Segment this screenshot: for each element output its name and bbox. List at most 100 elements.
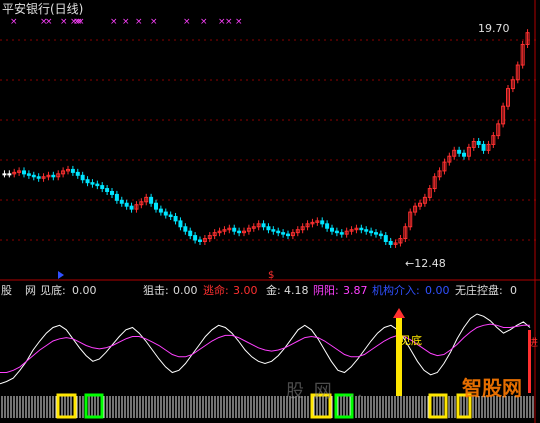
candle-body xyxy=(31,174,36,178)
indicator-wuzhuang-value: 0 xyxy=(510,284,517,297)
cross-marker: × xyxy=(183,17,191,27)
oscillator-white-line xyxy=(0,313,531,385)
jiandi-signal-marker: 见底 xyxy=(400,334,422,347)
cross-marker: × xyxy=(10,17,18,27)
candle-body xyxy=(320,220,325,225)
candle-body xyxy=(188,230,193,237)
candlestick-series xyxy=(2,29,530,248)
chart-title: 平安银行(日线) xyxy=(2,2,84,16)
indicator-net: 网 xyxy=(25,284,36,297)
candle-body xyxy=(149,196,154,204)
jiandi-arrow-head xyxy=(393,308,405,318)
candle-body xyxy=(457,149,462,154)
candle-body xyxy=(183,226,188,232)
candle-body xyxy=(158,208,163,213)
candle-body xyxy=(330,227,334,232)
cross-marker: × xyxy=(135,17,143,27)
indicator-juji-value: 0.00 xyxy=(173,284,198,297)
cross-marker: × xyxy=(122,17,130,27)
candle-body xyxy=(100,185,105,190)
cross-marker: × xyxy=(150,17,158,27)
cross-marker: × xyxy=(45,17,53,27)
candle-body xyxy=(114,193,119,201)
indicator-wuzhuang: 无庄控盘: xyxy=(455,284,503,297)
candle-body xyxy=(334,230,339,234)
cross-marker: × xyxy=(110,17,118,27)
candle-body xyxy=(51,174,56,178)
candle-body xyxy=(339,232,344,235)
cross-marker: × xyxy=(77,17,85,27)
indicator-yinyang: 阴阳: xyxy=(313,284,339,297)
candle-body xyxy=(105,188,110,192)
candle-body xyxy=(476,141,481,145)
indicator-jiandi: 见底: xyxy=(40,284,66,297)
indicator-jiandi-value: 0.00 xyxy=(72,284,97,297)
indicator-jin-value: 4.18 xyxy=(284,284,309,297)
candle-body xyxy=(481,143,486,151)
watermark: 股 网 ... xyxy=(286,381,365,402)
candle-body xyxy=(378,233,383,237)
dollar-marker-icon: $ xyxy=(268,270,274,281)
indicator-gu: 股 xyxy=(1,284,12,297)
indicator-jigou-value: 0.00 xyxy=(425,284,450,297)
candle-body xyxy=(193,235,198,241)
candle-body xyxy=(7,173,12,176)
price-high-label: 19.70 xyxy=(478,22,510,35)
indicator-legend-row: 股 网 见底: 0.00 狙击: 0.00 逃命: 3.00 金: 4.18 阴… xyxy=(0,285,540,299)
candle-body xyxy=(261,223,266,228)
candle-body xyxy=(173,215,178,222)
candle-body xyxy=(281,232,286,235)
candle-body xyxy=(26,173,31,176)
candle-body xyxy=(388,240,393,245)
signal-pulse xyxy=(428,393,448,419)
candle-body xyxy=(276,230,281,234)
jiandi-right-marker: 进 xyxy=(528,338,538,349)
candle-body xyxy=(95,183,100,187)
candle-body xyxy=(154,202,158,210)
candle-body xyxy=(90,182,95,185)
candle-body xyxy=(359,227,364,231)
signal-cross-markers: × ×× × ×××× × × × × × × × × × xyxy=(10,17,243,27)
indicator-jigou: 机构介入: xyxy=(372,284,420,297)
cross-marker: × xyxy=(235,17,243,27)
candle-body xyxy=(374,232,378,235)
jiandi-arrow-bar xyxy=(396,316,402,396)
price-low-label: ←12.48 xyxy=(405,257,446,270)
candle-body xyxy=(119,199,124,204)
price-grid xyxy=(0,0,540,423)
candle-body xyxy=(232,227,237,232)
indicator-jin: 金: xyxy=(266,284,281,297)
candle-body xyxy=(22,170,26,175)
candle-body xyxy=(198,239,202,242)
indicator-yinyang-value: 3.87 xyxy=(343,284,368,297)
candle-body xyxy=(168,214,173,217)
oscillator-panel xyxy=(0,308,531,396)
candle-body xyxy=(75,171,80,176)
candle-body xyxy=(124,202,129,207)
candle-body xyxy=(80,174,85,181)
candle-body xyxy=(85,179,90,184)
candle-body xyxy=(325,223,330,229)
cross-marker: × xyxy=(200,17,208,27)
candle-body xyxy=(70,168,75,173)
candle-body xyxy=(2,173,7,176)
candle-body xyxy=(286,233,290,237)
candle-body xyxy=(364,229,369,232)
candle-body xyxy=(271,229,276,232)
candle-body xyxy=(178,220,183,228)
candle-body xyxy=(266,226,271,231)
indicator-taoming: 逃命: xyxy=(203,284,229,297)
candle-body xyxy=(36,176,41,179)
candle-body xyxy=(383,235,388,242)
logo: 智股网 xyxy=(462,376,522,400)
start-marker-icon xyxy=(58,271,64,279)
candle-body xyxy=(163,211,168,216)
cross-marker: × xyxy=(60,17,68,27)
candle-body xyxy=(462,152,466,157)
cross-marker: × xyxy=(225,17,233,27)
stock-chart-canvas: × ×× × ×××× × × × × × × × × × $ xyxy=(0,0,540,423)
indicator-taoming-value: 3.00 xyxy=(233,284,258,297)
signal-pulse xyxy=(84,393,104,419)
signal-pulse xyxy=(56,393,77,419)
candle-body xyxy=(237,230,242,234)
